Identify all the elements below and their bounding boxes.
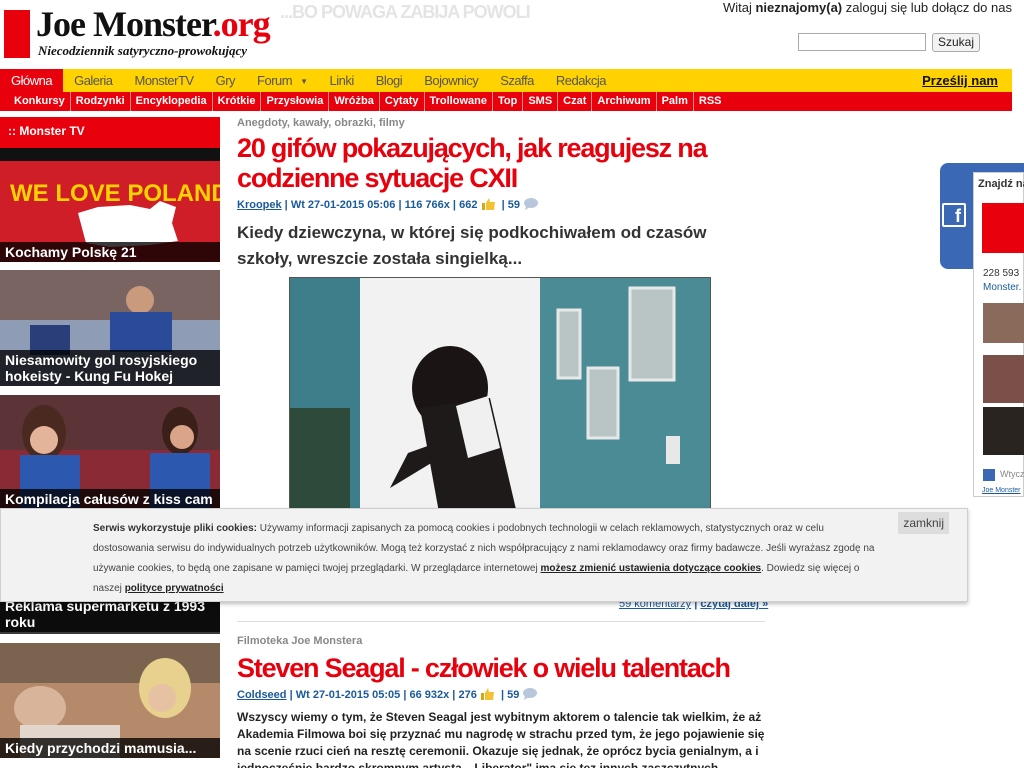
facebook-fan-count: 228 593 [983,268,1020,279]
thumbs-up-icon[interactable] [481,198,496,210]
article-author[interactable]: Kroopek [237,199,282,211]
welcome-text: Witaj nieznajomy(a) zaloguj się lub dołą… [723,0,1012,15]
subnav-item[interactable]: Palm [657,92,694,111]
article-gif-image [290,278,710,516]
nav-bojownicy[interactable]: Bojownicy [413,69,489,92]
article-divider [237,621,765,622]
subnav-item[interactable]: Krótkie [213,92,262,111]
subnav-item[interactable]: Przysłowia [261,92,330,111]
subnav-item[interactable]: Archiwum [592,92,657,111]
cookie-heading: Serwis wykorzystuje pliki cookies: [93,523,257,534]
secondary-nav: Konkursy Rodzynki Encyklopedia Krótkie P… [0,92,1012,111]
comment-bubble-icon[interactable] [523,198,539,210]
comment-bubble-icon[interactable] [522,688,538,700]
article-comment-count[interactable]: 59 [507,689,519,701]
welcome-user: nieznajomy(a) [755,0,843,15]
article-likes: 662 [459,199,478,211]
article-lead: Kiedy dziewczyna, w której się podkochiw… [237,223,707,268]
privacy-policy-link[interactable]: polityce prywatności [125,583,224,594]
article-views: 116 766x [404,199,450,211]
facebook-footer-link[interactable]: Joe Monster [982,487,1021,494]
article-lead: Wszyscy wiemy o tym, że Steven Seagal je… [237,710,765,768]
subnav-item[interactable]: Czat [558,92,593,111]
fan-avatar[interactable] [983,355,1024,403]
article-gif[interactable] [289,277,711,517]
subnav-item[interactable]: Top [493,92,524,111]
fan-avatar[interactable] [983,303,1024,343]
site-logo[interactable]: Joe Monster.org Niecodziennik satyryczno… [4,4,274,60]
cookie-close-button[interactable]: zamknij [898,512,949,534]
nav-glowna[interactable]: Główna [0,69,64,92]
monster-tv-sidebar: :: Monster TV [0,117,220,161]
video-tile-caption: Niesamowity gol rosyjskiego hokeisty - K… [0,350,220,386]
video-tile[interactable]: Kiedy przychodzi mamusia... [0,643,220,758]
nav-linki[interactable]: Linki [319,69,365,92]
article-list: Anegdoty, kawały, obrazki, filmy 20 gifó… [237,117,768,768]
logo-name: Joe Monster.org [36,4,271,44]
article-title[interactable]: Steven Seagal - człowiek o wielu talenta… [237,653,765,683]
article-likes: 276 [458,689,477,701]
thumbs-up-icon[interactable] [480,688,495,700]
joe-monster-page-logo[interactable] [982,203,1024,253]
subnav-item[interactable]: Cytaty [380,92,425,111]
login-join-link[interactable]: zaloguj się lub dołącz do nas [846,0,1012,15]
facebook-plugin-label[interactable]: Wtycz [1000,469,1024,479]
facebook-small-icon [983,469,995,481]
subnav-item[interactable]: Wróżba [329,92,380,111]
article-card: Filmoteka Joe Monstera Steven Seagal - c… [237,635,765,768]
article-date: Wt 27-01-2015 05:06 [290,199,396,211]
nav-redakcja[interactable]: Redakcja [545,69,617,92]
article-category[interactable]: Anegdoty, kawały, obrazki, filmy [237,117,765,129]
site-slogan: ...BO POWAGA ZABIJA POWOLI [280,2,531,22]
cookie-consent-bar: Serwis wykorzystuje pliki cookies: Używa… [0,508,968,602]
facebook-page-name[interactable]: Monster. [983,282,1021,293]
sidebar-divider [0,148,220,161]
subnav-item[interactable]: Encyklopedia [131,92,213,111]
video-tile-caption: Kompilacja całusów z kiss cam [0,489,220,509]
article-category[interactable]: Filmoteka Joe Monstera [237,635,765,647]
subnav-item[interactable]: Konkursy [9,92,71,111]
logo-tagline: Niecodziennik satyryczno-prowokujący [38,43,248,58]
article-title[interactable]: 20 gifów pokazujących, jak reagujesz na … [237,133,765,193]
video-tile-caption: Kochamy Polskę 21 [0,242,220,262]
nav-szaffa[interactable]: Szaffa [489,69,545,92]
video-tile[interactable]: Kompilacja całusów z kiss cam [0,395,220,509]
subnav-item[interactable]: SMS [523,92,559,111]
primary-nav: Główna Galeria MonsterTV Gry Forum ▼ Link… [0,69,1012,92]
video-tile[interactable]: WE LOVE POLAND Kochamy Polskę 21 [0,161,220,262]
search-input[interactable] [798,33,926,51]
article-meta: Coldseed | Wt 27-01-2015 05:05 | 66 932x… [237,688,765,701]
facebook-icon: f [942,203,966,227]
banner-text: WE LOVE POLAND [10,180,220,207]
cookie-settings-link[interactable]: możesz zmienić ustawienia dotyczące cook… [540,563,761,574]
facebook-panel-title: Znajdź na [978,178,1024,190]
search-button[interactable]: Szukaj [932,33,981,52]
nav-galeria[interactable]: Galeria [63,69,123,92]
nav-blogi[interactable]: Blogi [365,69,413,92]
article-comment-count[interactable]: 59 [508,199,520,211]
article-views: 66 932x [409,689,450,701]
nav-gry[interactable]: Gry [205,69,246,92]
cookie-text: Serwis wykorzystuje pliki cookies: Używa… [93,519,883,599]
subnav-item[interactable]: Rodzynki [71,92,131,111]
subnav-item[interactable]: Trollowane [425,92,493,111]
article-date: Wt 27-01-2015 05:05 [295,689,401,701]
logo-red-block [4,10,30,58]
nav-forum[interactable]: Forum ▼ [246,69,318,92]
subnav-item[interactable]: RSS [694,92,727,111]
sidebar-title[interactable]: :: Monster TV [0,117,220,148]
article-meta: Kroopek | Wt 27-01-2015 05:06 | 116 766x… [237,198,765,211]
nav-monstertv[interactable]: MonsterTV [124,69,205,92]
facebook-like-panel: Znajdź na 228 593 Monster. Wtycz Joe Mon… [973,172,1024,497]
nav-forum-label: Forum [257,73,293,88]
submit-content-link[interactable]: Prześlij nam [922,69,998,92]
welcome-prefix: Witaj [722,0,752,15]
fan-avatar[interactable] [983,407,1024,455]
dropdown-caret-icon: ▼ [300,77,308,86]
video-tile-caption: Kiedy przychodzi mamusia... [0,738,220,758]
video-tile[interactable]: Niesamowity gol rosyjskiego hokeisty - K… [0,270,220,386]
article-author[interactable]: Coldseed [237,689,287,701]
